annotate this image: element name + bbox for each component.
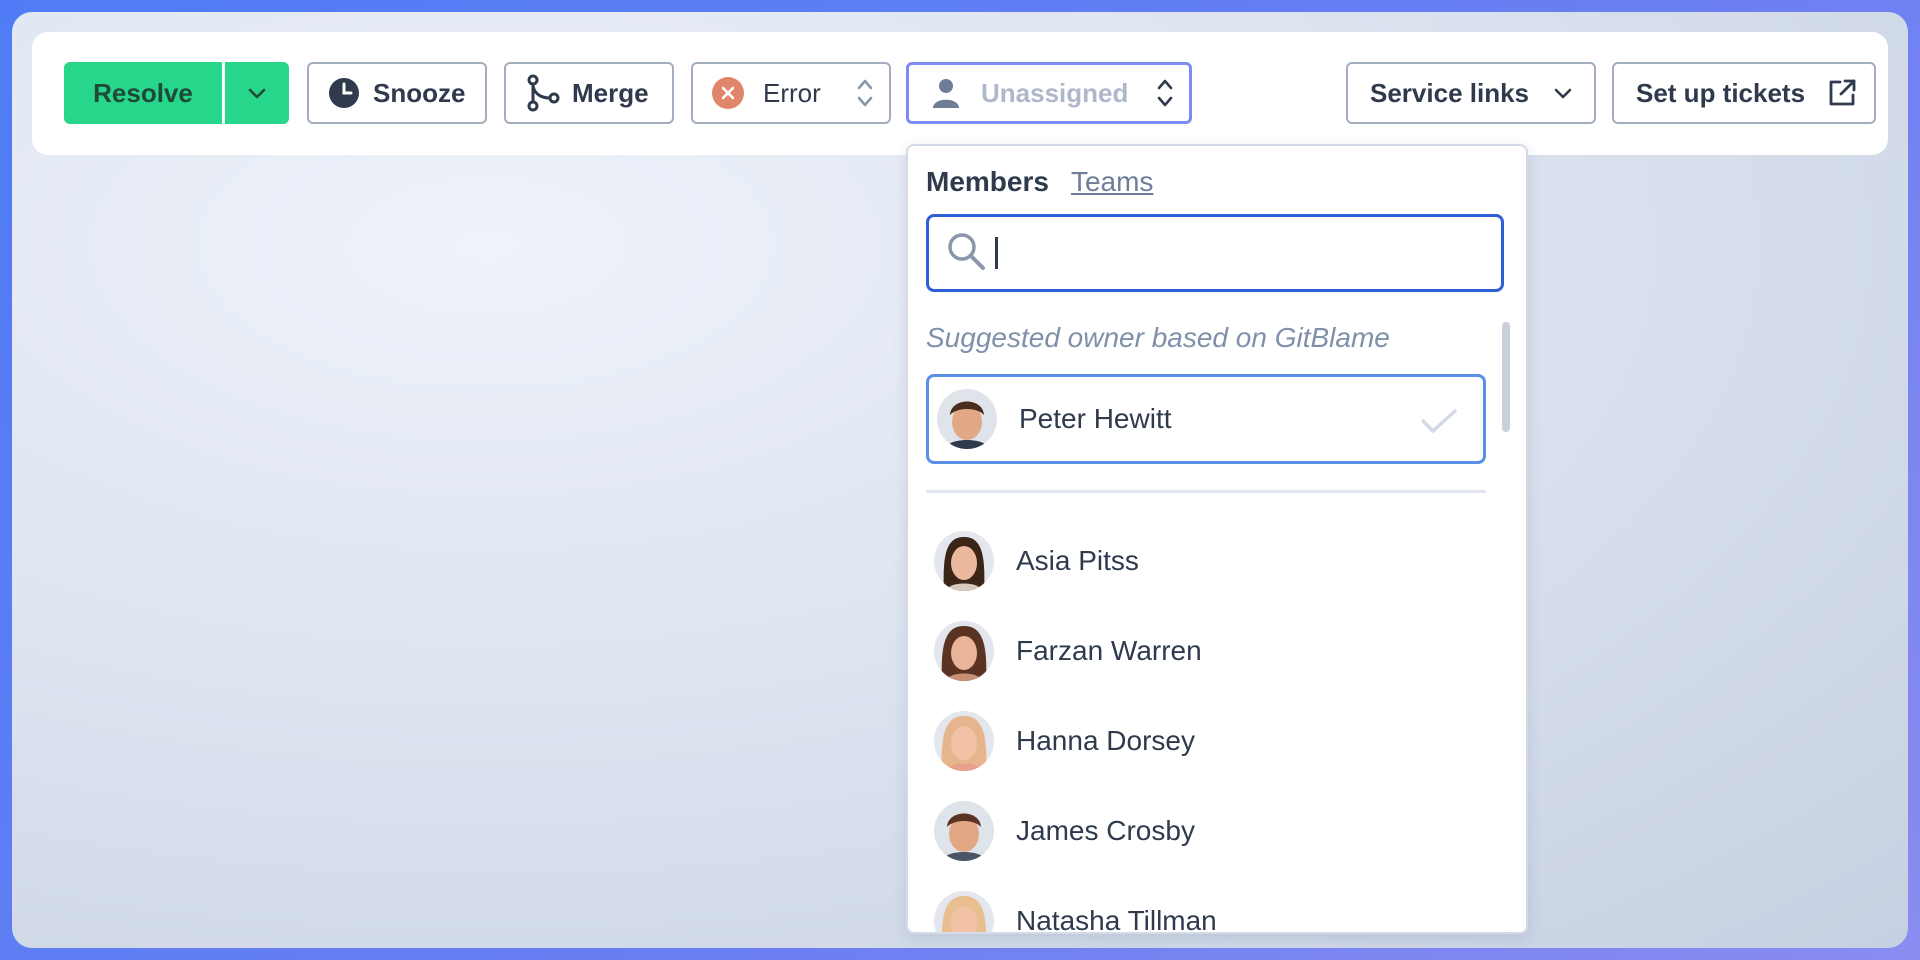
issue-toolbar: Resolve Snooze Merge Error Unassigned Se…	[32, 32, 1888, 155]
search-icon	[945, 230, 987, 277]
member-name: Asia Pitss	[1016, 545, 1139, 576]
app-frame: Resolve Snooze Merge Error Unassigned Se…	[12, 12, 1908, 948]
suggested-owner-heading: Suggested owner based on GitBlame	[926, 322, 1390, 353]
merge-icon	[526, 74, 560, 112]
text-cursor	[995, 237, 998, 269]
scrollbar[interactable]	[1502, 322, 1510, 432]
priority-label: Error	[763, 77, 821, 108]
list-item[interactable]: Asia Pitss	[926, 516, 1486, 606]
merge-label: Merge	[572, 77, 649, 108]
avatar	[934, 621, 994, 681]
member-name: Hanna Dorsey	[1016, 725, 1195, 756]
member-name: Natasha Tillman	[1016, 905, 1217, 934]
snooze-button[interactable]: Snooze	[307, 62, 487, 124]
list-item[interactable]: Hanna Dorsey	[926, 696, 1486, 786]
assignee-search-input[interactable]	[1012, 233, 1496, 273]
assignee-placeholder: Unassigned	[981, 77, 1129, 108]
service-links-button[interactable]: Service links	[1346, 62, 1596, 124]
tab-members[interactable]: Members	[926, 166, 1049, 198]
assignee-select[interactable]: Unassigned	[906, 62, 1192, 124]
avatar	[934, 531, 994, 591]
list-item[interactable]: James Crosby	[926, 786, 1486, 876]
chevron-down-icon	[248, 88, 266, 99]
resolve-label: Resolve	[93, 77, 193, 108]
set-up-tickets-button[interactable]: Set up tickets	[1612, 62, 1876, 124]
avatar	[934, 711, 994, 771]
error-icon	[711, 76, 745, 110]
assignee-tabs: Members Teams	[926, 166, 1153, 198]
sort-icon	[1155, 76, 1175, 110]
check-icon	[1419, 405, 1459, 442]
avatar	[934, 801, 994, 861]
member-name: James Crosby	[1016, 815, 1195, 846]
list-item[interactable]: Farzan Warren	[926, 606, 1486, 696]
set-up-tickets-label: Set up tickets	[1636, 77, 1806, 108]
avatar	[934, 891, 994, 932]
chevron-down-icon	[1552, 82, 1574, 104]
avatar	[937, 389, 997, 449]
suggested-owner-item[interactable]: Peter Hewitt	[926, 374, 1486, 464]
sort-icon	[855, 76, 875, 110]
priority-select[interactable]: Error	[691, 62, 891, 124]
user-icon	[931, 76, 961, 110]
divider	[926, 490, 1486, 493]
assignee-dropdown: Members Teams Suggested owner based on G…	[906, 144, 1528, 934]
resolve-options-button[interactable]	[225, 62, 289, 124]
tab-teams[interactable]: Teams	[1071, 166, 1153, 198]
list-item[interactable]: Natasha Tillman	[926, 876, 1486, 934]
resolve-button[interactable]: Resolve	[64, 62, 222, 124]
external-link-icon	[1826, 77, 1858, 109]
resolve-button-group: Resolve	[64, 62, 289, 124]
member-name: Peter Hewitt	[1019, 403, 1172, 434]
snooze-label: Snooze	[373, 77, 466, 108]
service-links-label: Service links	[1370, 77, 1529, 108]
clock-icon	[327, 76, 361, 110]
assignee-search[interactable]	[926, 214, 1504, 292]
member-name: Farzan Warren	[1016, 635, 1202, 666]
merge-button[interactable]: Merge	[504, 62, 674, 124]
